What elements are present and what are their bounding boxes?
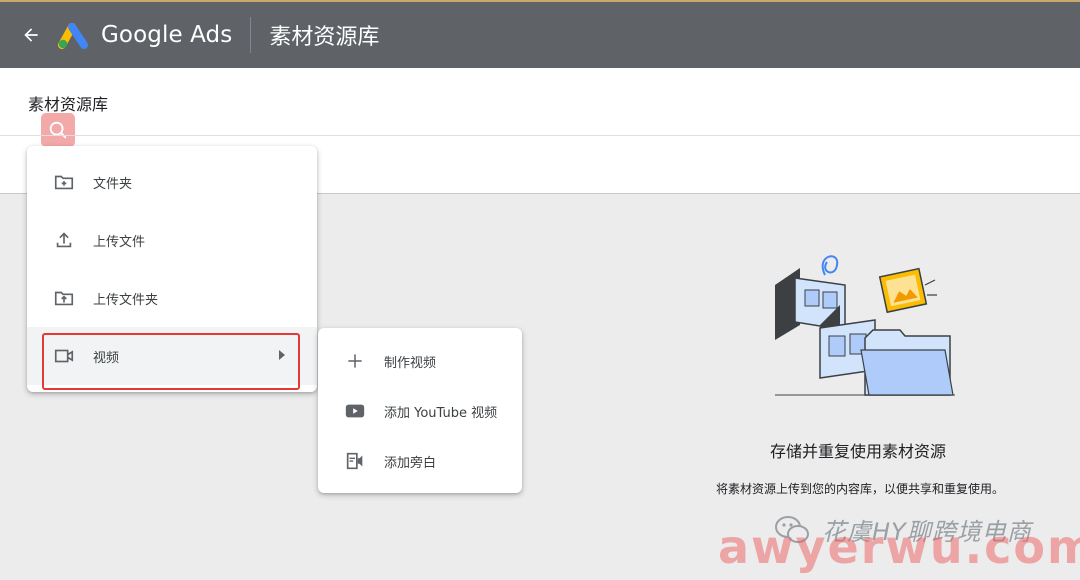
upload-icon — [52, 228, 76, 252]
submenu-item-label: 添加 YouTube 视频 — [384, 405, 498, 421]
empty-state-title: 存储并重复使用素材资源 — [769, 442, 946, 461]
top-app-bar: Google Ads 素材资源库 — [0, 0, 1080, 68]
upload-folder-icon — [52, 286, 76, 310]
search-button[interactable] — [41, 113, 75, 147]
menu-item-folder[interactable]: 文件夹 — [27, 153, 317, 211]
back-button[interactable] — [18, 22, 44, 48]
submenu-item-add-youtube[interactable]: 添加 YouTube 视频 — [318, 386, 522, 436]
app-title: 素材资源库 — [269, 25, 380, 50]
header-separator — [0, 135, 1080, 136]
youtube-icon — [343, 399, 367, 423]
menu-item-label: 上传文件 — [93, 234, 146, 250]
header-divider — [250, 17, 252, 53]
brand-name: Google Ads — [101, 22, 233, 48]
add-asset-menu: 文件夹 上传文件 上传文件夹 视频 — [27, 146, 317, 392]
submenu-item-label: 制作视频 — [384, 355, 437, 371]
asset-library-illustration — [775, 255, 955, 396]
submenu-arrow-icon — [279, 350, 285, 360]
voiceover-icon — [343, 449, 367, 473]
arrow-back-icon — [24, 28, 38, 42]
video-camera-icon — [52, 344, 76, 368]
submenu-item-create-video[interactable]: 制作视频 — [318, 336, 522, 386]
plus-icon — [343, 349, 367, 373]
google-ads-logo-icon — [58, 23, 88, 49]
menu-item-upload-folder[interactable]: 上传文件夹 — [27, 269, 317, 327]
folder-add-icon — [52, 170, 76, 194]
menu-item-video[interactable]: 视频 — [27, 327, 317, 385]
menu-item-label: 视频 — [93, 350, 120, 366]
search-icon — [49, 121, 67, 139]
submenu-item-label: 添加旁白 — [384, 455, 437, 471]
empty-state-description: 将素材资源上传到您的内容库，以便共享和重复使用。 — [715, 482, 1004, 496]
site-watermark: awyerwu.com — [718, 520, 1080, 574]
page-title: 素材资源库 — [28, 95, 109, 114]
submenu-item-add-voiceover[interactable]: 添加旁白 — [318, 436, 522, 486]
menu-item-label: 文件夹 — [93, 176, 133, 192]
menu-item-label: 上传文件夹 — [93, 292, 159, 308]
menu-item-upload-file[interactable]: 上传文件 — [27, 211, 317, 269]
video-submenu: 制作视频 添加 YouTube 视频 添加旁白 — [318, 328, 522, 493]
